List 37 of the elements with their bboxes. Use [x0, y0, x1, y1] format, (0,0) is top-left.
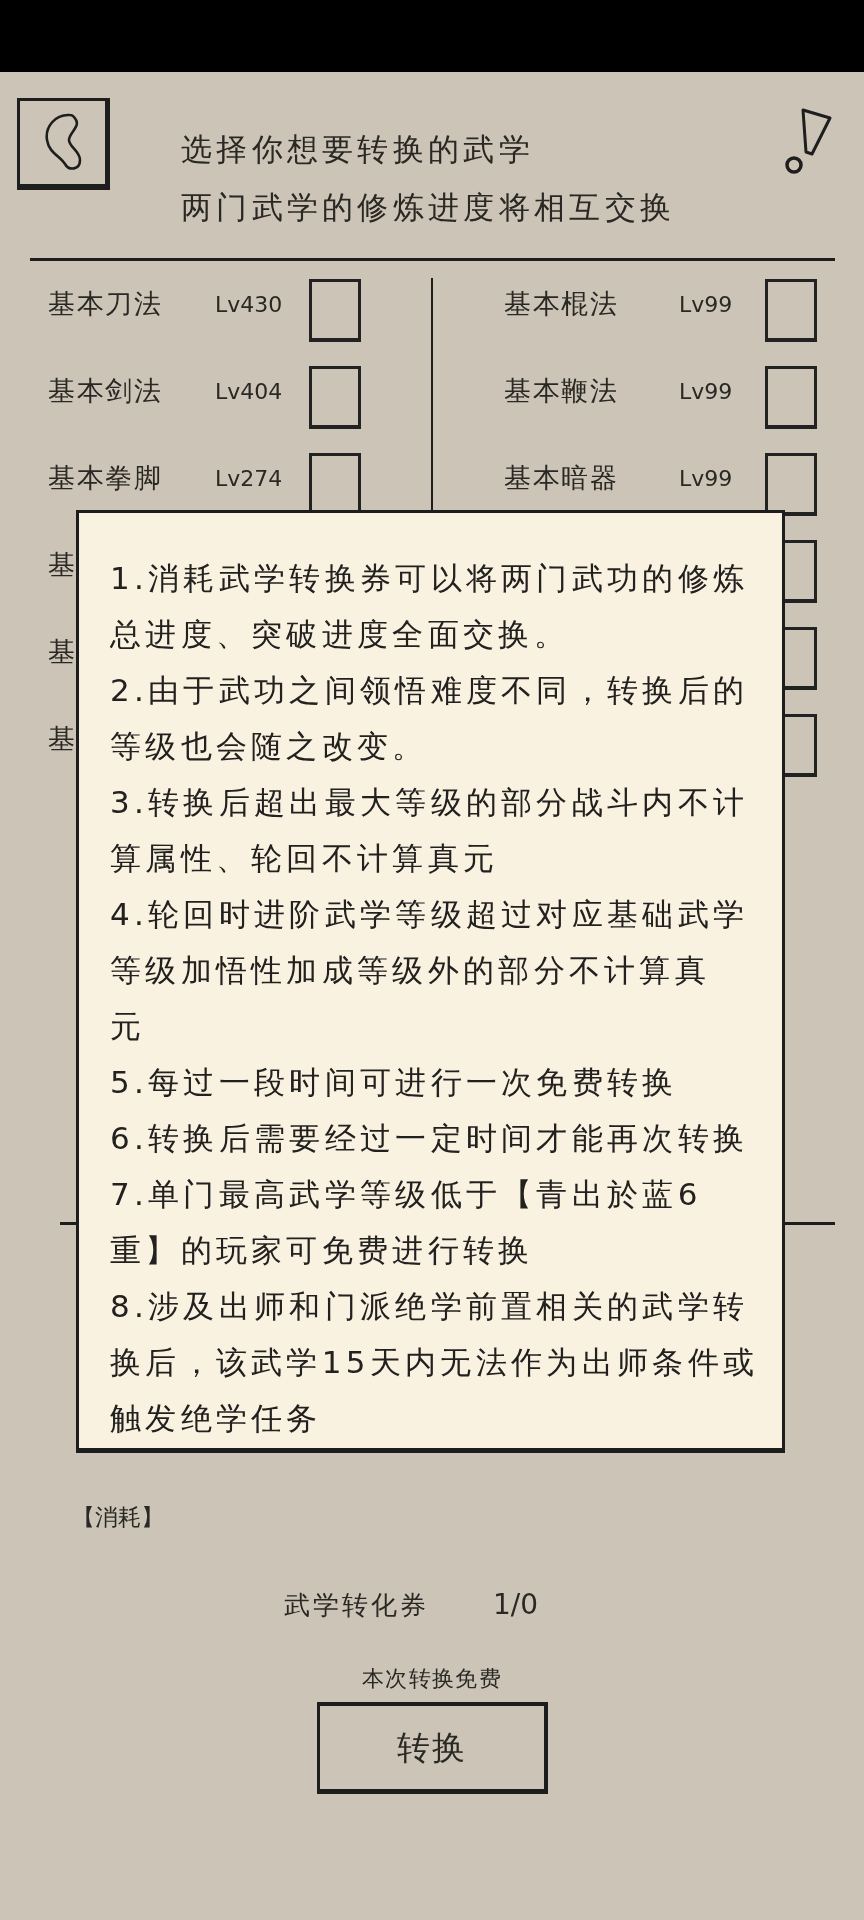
skill-level: Lv274: [215, 466, 283, 491]
skill-level: Lv404: [215, 379, 283, 404]
rule-text: 6.转换后需要经过一定时间才能再次转换: [110, 1119, 750, 1158]
skill-name: 基本鞭法: [504, 375, 619, 407]
cost-label: 【消耗】: [72, 1503, 164, 1532]
skill-level: Lv430: [215, 292, 283, 317]
rule-text: 3.转换后超出最大等级的部分战斗内不计 算属性、轮回不计算真元: [110, 783, 750, 878]
skill-name: 基: [48, 549, 77, 581]
rule-text: 8.涉及出师和门派绝学前置相关的武学转 换后，该武学15天内无法作为出师条件或 触发绝学任务: [110, 1287, 760, 1438]
skill-level: Lv99: [679, 466, 733, 491]
instruction-text: 两门武学的修炼进度将相互交换: [181, 188, 676, 227]
rule-text: 4.轮回时进阶武学等级超过对应基础武学 等级加悟性加成等级外的部分不计算真 元: [110, 895, 750, 1046]
rule-text: 1.消耗武学转换券可以将两门武功的修炼 总进度、突破进度全面交换。: [110, 559, 750, 654]
ticket-name: 武学转化券: [284, 1588, 429, 1622]
convert-button[interactable]: 转换: [316, 1702, 548, 1794]
skill-name: 基本拳脚: [48, 462, 163, 494]
checkbox[interactable]: [309, 279, 361, 342]
rule-text: 5.每过一段时间可进行一次免费转换: [110, 1063, 679, 1102]
rule-text: 7.单门最高武学等级低于【青出於蓝6 重】的玩家可免费进行转换: [110, 1175, 703, 1270]
checkbox[interactable]: [765, 279, 817, 342]
back-button[interactable]: [17, 98, 110, 190]
skill-name: 基本刀法: [48, 288, 163, 320]
skill-name: 基本暗器: [504, 462, 619, 494]
exclamation-icon[interactable]: [783, 108, 832, 175]
skill-name: 基本剑法: [48, 375, 163, 407]
instruction-text: 选择你想要转换的武学: [181, 130, 535, 169]
free-note-text: 本次转换免费: [362, 1665, 502, 1693]
checkbox[interactable]: [309, 366, 361, 429]
skill-name: 基: [48, 723, 77, 755]
skill-level: Lv99: [679, 292, 733, 317]
skill-name: 基: [48, 636, 77, 668]
rule-text: 2.由于武功之间领悟难度不同，转换后的 等级也会随之改变。: [110, 671, 750, 766]
ticket-count: 1/0: [493, 1587, 539, 1623]
skill-level: Lv99: [679, 379, 733, 404]
checkbox[interactable]: [765, 366, 817, 429]
skill-name: 基本棍法: [504, 288, 619, 320]
bean-shape-icon: [42, 112, 83, 173]
